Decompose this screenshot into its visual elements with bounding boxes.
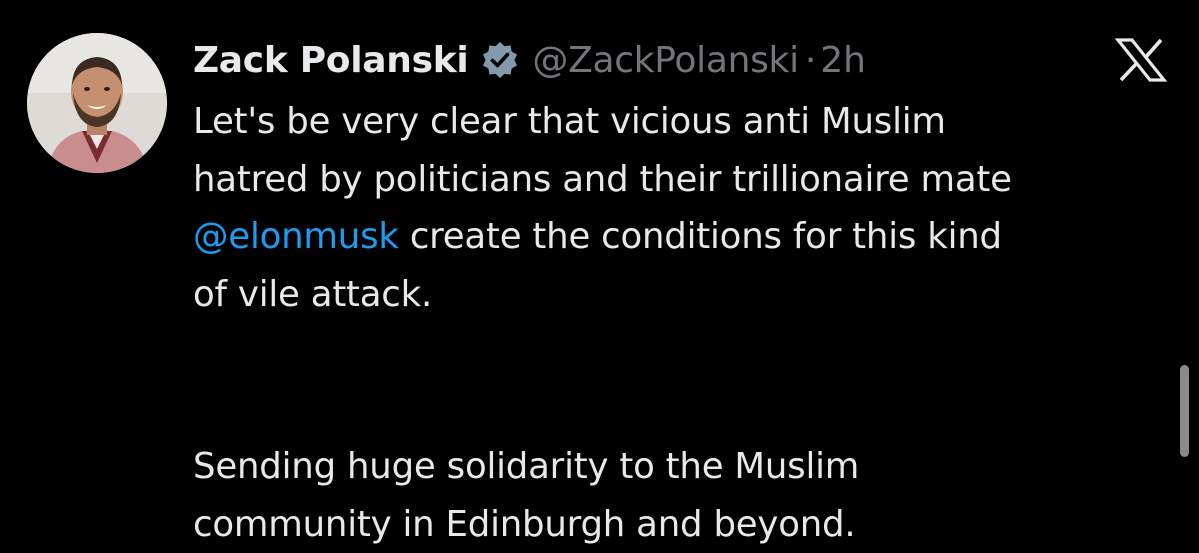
separator-dot: · [805, 40, 816, 81]
avatar[interactable] [27, 33, 167, 173]
tweet-line: Let's be very clear that vicious anti Mu… [193, 93, 1183, 151]
tweet-line: community in Edinburgh and beyond. [193, 496, 1183, 553]
tweet-header: Zack Polanski @ZackPolanski · 2h [193, 30, 866, 90]
avatar-photo [27, 33, 167, 173]
tweet-card[interactable]: Zack Polanski @ZackPolanski · 2h Let's b… [0, 0, 1199, 532]
scrollbar-thumb[interactable] [1180, 365, 1189, 457]
tweet-line: @elonmusk create the conditions for this… [193, 208, 1183, 266]
tweet-line: hatred by politicians and their trillion… [193, 151, 1183, 209]
timestamp[interactable]: 2h [820, 40, 866, 81]
tweet-line: Sending huge solidarity to the Muslim [193, 438, 1183, 496]
verified-badge-icon[interactable] [480, 40, 520, 80]
paragraph-gap [193, 323, 1183, 438]
tweet-text: Let's be very clear that vicious anti Mu… [193, 93, 1183, 553]
author-handle[interactable]: @ZackPolanski [532, 40, 798, 81]
mention-link[interactable]: @elonmusk [193, 216, 399, 257]
author-name[interactable]: Zack Polanski [193, 40, 468, 81]
tweet-line-text: create the conditions for this kind [399, 216, 1002, 257]
tweet-line: of vile attack. [193, 266, 1183, 324]
x-logo-icon [1112, 38, 1170, 82]
